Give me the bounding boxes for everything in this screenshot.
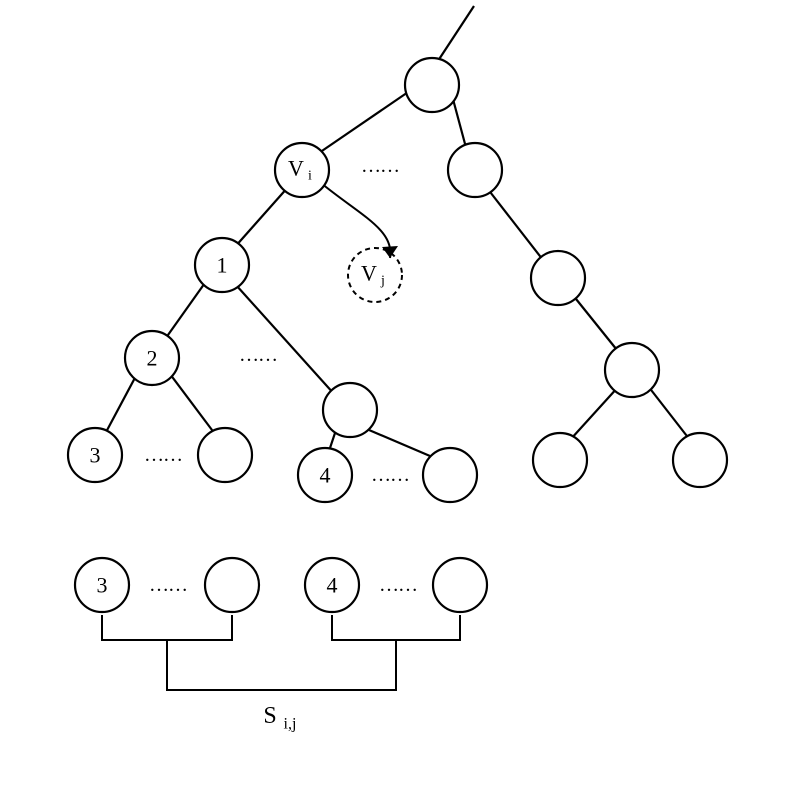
node-vi: V i	[275, 143, 329, 197]
edge-1-rightchild	[236, 285, 335, 395]
node-4-copy: 4	[305, 558, 359, 612]
edge-vi-1	[234, 186, 289, 248]
n4-text: 4	[320, 463, 331, 488]
n1-text: 1	[217, 253, 228, 278]
node-4: 4	[298, 448, 352, 502]
vi-text: V	[288, 156, 304, 181]
node-rchain-1	[531, 251, 585, 305]
sij-text: S	[263, 703, 276, 729]
edge-right-down2	[572, 294, 617, 350]
edge-right-leftchild	[570, 386, 619, 440]
ellipsis-mid1: ……	[239, 344, 277, 366]
node-rchain-leftleaf	[533, 433, 587, 487]
node-4-sibling	[423, 448, 477, 502]
node-1-rightchild	[323, 383, 377, 437]
edge-1-2	[163, 280, 207, 342]
edge-root-left	[316, 88, 414, 155]
node-rchain-rightleaf	[673, 433, 727, 487]
node-3-sibling	[198, 428, 252, 482]
root-node	[405, 58, 459, 112]
n4b-text: 4	[327, 573, 338, 598]
curve-vi-vj	[321, 183, 390, 258]
node-root-right	[448, 143, 502, 197]
node-3-copy: 3	[75, 558, 129, 612]
node-rchain-2	[605, 343, 659, 397]
node-2: 2	[125, 331, 179, 385]
edge-2-3	[105, 374, 137, 434]
node-vj: V j	[348, 248, 402, 302]
edge-right-down3	[648, 386, 690, 440]
sij-sub: i,j	[284, 716, 297, 733]
arrowhead-vj	[382, 246, 398, 258]
n3-text: 3	[90, 443, 101, 468]
tree-diagram: V i …… V j 1 2 …… 3 …… 4 ……	[0, 0, 800, 790]
bracket-right-pair	[332, 615, 460, 640]
ellipsis-leaf2: ……	[371, 464, 409, 486]
node-1: 1	[195, 238, 249, 292]
ellipsis-leaf1: ……	[144, 444, 182, 466]
node-3: 3	[68, 428, 122, 482]
ellipsis-top: ……	[361, 155, 399, 177]
n3b-text: 3	[97, 573, 108, 598]
bracket-left-pair	[102, 615, 232, 640]
ellipsis-copy1: ……	[149, 574, 187, 596]
n2-text: 2	[147, 346, 158, 371]
bracket-sij	[167, 640, 396, 690]
vj-sub: j	[380, 274, 385, 289]
node-3-sibling-copy	[205, 558, 259, 612]
vj-text: V	[361, 261, 377, 286]
vi-sub: i	[308, 169, 312, 184]
edge-mid-rightchild	[362, 427, 430, 456]
node-4-sibling-copy	[433, 558, 487, 612]
label-sij: S i,j	[263, 703, 296, 733]
edge-right-down1	[487, 188, 543, 260]
ellipsis-copy2: ……	[379, 574, 417, 596]
edge-2-rightchild	[170, 374, 215, 434]
